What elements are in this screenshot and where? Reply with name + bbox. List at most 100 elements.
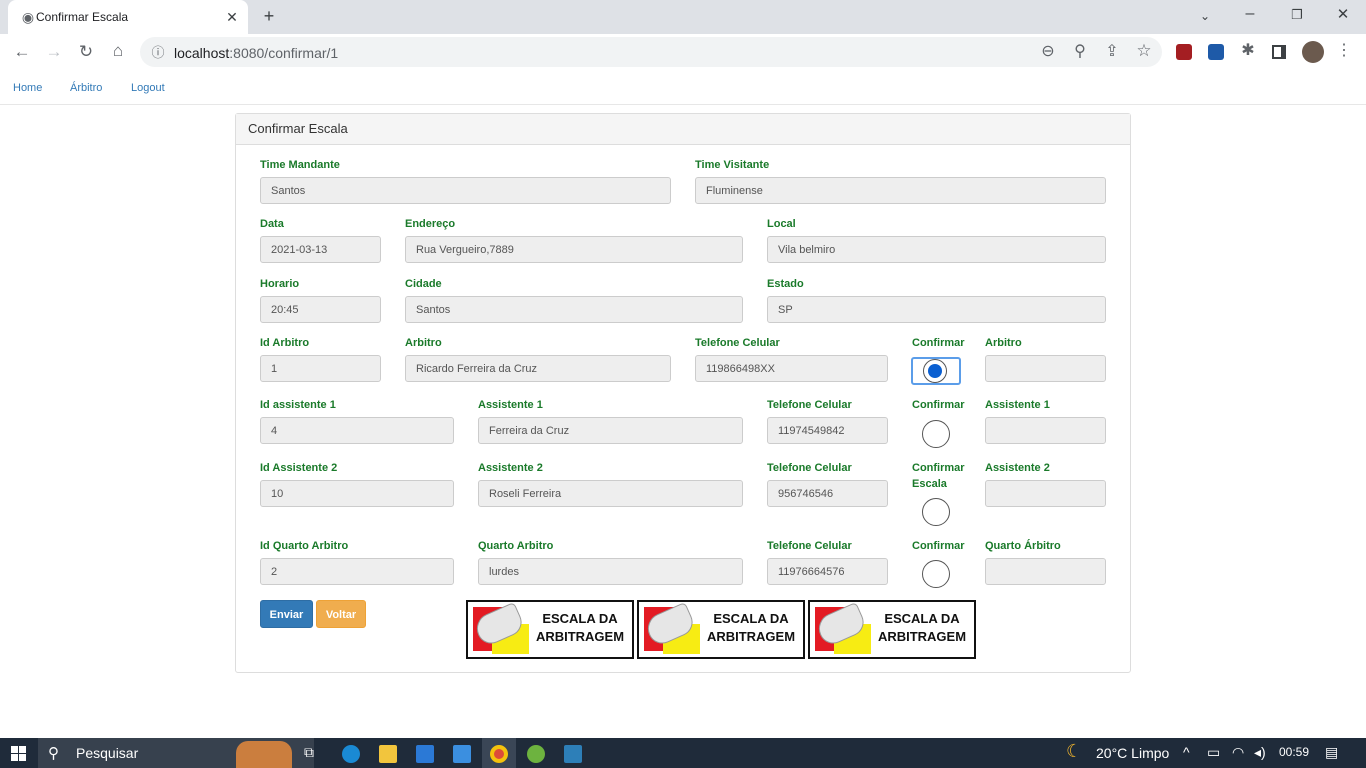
assistente1-label: Assistente 1 [478, 399, 543, 411]
assistente2-input[interactable]: Roseli Ferreira [478, 480, 743, 507]
mail-icon[interactable] [453, 745, 471, 763]
escala-banner-3: ESCALA DA ARBITRAGEM [808, 600, 976, 659]
close-window-icon[interactable]: ✕ [1333, 7, 1353, 23]
id-quarto-input[interactable]: 2 [260, 558, 454, 585]
ublock-icon[interactable] [1176, 44, 1192, 60]
extension-icon[interactable] [1208, 44, 1224, 60]
search-icon: ⚲ [48, 745, 59, 762]
menu-icon[interactable]: ⋮ [1334, 43, 1354, 59]
assistente1-extra-input[interactable] [985, 417, 1106, 444]
local-input[interactable]: Vila belmiro [767, 236, 1106, 263]
tab-search-icon[interactable]: ⌄ [1195, 8, 1215, 24]
close-tab-icon[interactable]: ✕ [222, 9, 242, 25]
assistente1-phone-input[interactable]: 11974549842 [767, 417, 888, 444]
location-icon[interactable]: ⚲ [1070, 44, 1090, 60]
id-assistente2-input[interactable]: 10 [260, 480, 454, 507]
id-quarto-label: Id Quarto Arbitro [260, 540, 349, 552]
file-explorer-icon[interactable] [379, 745, 397, 763]
assistente1-input[interactable]: Ferreira da Cruz [478, 417, 743, 444]
arbitro-label: Arbitro [405, 337, 442, 349]
escala-banner-1: ESCALA DA ARBITRAGEM [466, 600, 634, 659]
tray-chevron-icon[interactable]: ^ [1183, 744, 1190, 760]
url-host: localhost [174, 45, 230, 61]
minimize-icon[interactable]: – [1240, 6, 1260, 22]
estado-input[interactable]: SP [767, 296, 1106, 323]
banner-line2: ARBITRAGEM [535, 629, 625, 644]
notifications-icon[interactable]: ▤ [1325, 744, 1338, 761]
assistente1-phone-label: Telefone Celular [767, 399, 852, 411]
assistente1-confirm-radio[interactable] [922, 420, 950, 448]
forward-icon[interactable]: → [44, 43, 64, 60]
arbitro-input[interactable]: Ricardo Ferreira da Cruz [405, 355, 671, 382]
banner-line1: ESCALA DA [542, 611, 618, 626]
app-icon[interactable] [564, 745, 582, 763]
wifi-icon[interactable]: ◠ [1232, 744, 1244, 761]
restore-icon[interactable]: ❐ [1287, 7, 1307, 23]
back-icon[interactable]: ← [12, 43, 32, 60]
moon-weather-icon: ☾ [1066, 741, 1083, 761]
banner-text: ESCALA DA ARBITRAGEM [701, 610, 801, 646]
volume-icon[interactable]: ◂) [1254, 744, 1266, 761]
globe-icon: ◉ [21, 9, 35, 25]
id-assistente1-input[interactable]: 4 [260, 417, 454, 444]
home-icon[interactable]: ⌂ [108, 42, 128, 59]
url-text[interactable]: localhost:8080/confirmar/1 [174, 45, 338, 61]
url-path: :8080/confirmar/1 [229, 45, 339, 61]
nav-logout[interactable]: Logout [131, 82, 165, 94]
clock[interactable]: 00:59 [1279, 745, 1309, 759]
voltar-button[interactable]: Voltar [316, 600, 366, 628]
id-assistente1-label: Id assistente 1 [260, 399, 336, 411]
quarto-input[interactable]: lurdes [478, 558, 743, 585]
time-visitante-input[interactable]: Fluminense [695, 177, 1106, 204]
search-highlight-icon [236, 741, 292, 768]
id-arbitro-input[interactable]: 1 [260, 355, 381, 382]
battery-icon[interactable]: ▭ [1207, 744, 1220, 761]
share-icon[interactable]: ⇪ [1102, 44, 1122, 60]
nav-home[interactable]: Home [13, 82, 42, 94]
info-icon[interactable]: ⓘ [148, 45, 168, 61]
banner-line1: ESCALA DA [884, 611, 960, 626]
chrome-icon[interactable] [490, 745, 508, 763]
endereco-input[interactable]: Rua Vergueiro,7889 [405, 236, 743, 263]
sidepanel-icon[interactable] [1272, 45, 1286, 59]
banner-line1: ESCALA DA [713, 611, 789, 626]
search-placeholder[interactable]: Pesquisar [76, 745, 138, 761]
assistente2-extra-label: Assistente 2 [985, 462, 1050, 474]
assistente2-phone-input[interactable]: 956746546 [767, 480, 888, 507]
weather-text[interactable]: 20°C Limpo [1096, 745, 1169, 761]
endereco-label: Endereço [405, 218, 456, 230]
assistente2-extra-input[interactable] [985, 480, 1106, 507]
quarto-confirm-radio[interactable] [922, 560, 950, 588]
assistente2-confirm-radio[interactable] [922, 498, 950, 526]
arbitro-confirm-radio[interactable] [923, 359, 947, 383]
cidade-input[interactable]: Santos [405, 296, 743, 323]
spring-tool-icon[interactable] [527, 745, 545, 763]
data-input[interactable]: 2021-03-13 [260, 236, 381, 263]
time-mandante-input[interactable]: Santos [260, 177, 671, 204]
local-label: Local [767, 218, 796, 230]
panel-title: Confirmar Escala [248, 121, 348, 136]
reload-icon[interactable]: ↻ [76, 43, 96, 60]
enviar-button[interactable]: Enviar [260, 600, 313, 628]
avatar[interactable] [1302, 41, 1324, 63]
banner-text: ESCALA DA ARBITRAGEM [872, 610, 972, 646]
new-tab-icon[interactable]: + [259, 7, 279, 25]
panel-heading [236, 114, 1130, 145]
windows-start-icon[interactable] [11, 746, 26, 761]
bookmark-star-icon[interactable]: ☆ [1134, 42, 1154, 59]
time-visitante-label: Time Visitante [695, 159, 770, 171]
arbitro-phone-input[interactable]: 119866498XX [695, 355, 888, 382]
arbitro-extra-input[interactable] [985, 355, 1106, 382]
task-view-icon[interactable]: ⧉ [304, 744, 314, 761]
banner-line2: ARBITRAGEM [877, 629, 967, 644]
horario-input[interactable]: 20:45 [260, 296, 381, 323]
nav-arbitro[interactable]: Árbitro [70, 82, 102, 94]
arbitro-phone-label: Telefone Celular [695, 337, 780, 349]
quarto-extra-input[interactable] [985, 558, 1106, 585]
quarto-phone-input[interactable]: 11976664576 [767, 558, 888, 585]
edge-icon[interactable] [342, 745, 360, 763]
puzzle-icon[interactable]: ✱ [1238, 43, 1258, 59]
zoom-icon[interactable]: ⊖ [1038, 44, 1058, 60]
data-label: Data [260, 218, 284, 230]
store-icon[interactable] [416, 745, 434, 763]
